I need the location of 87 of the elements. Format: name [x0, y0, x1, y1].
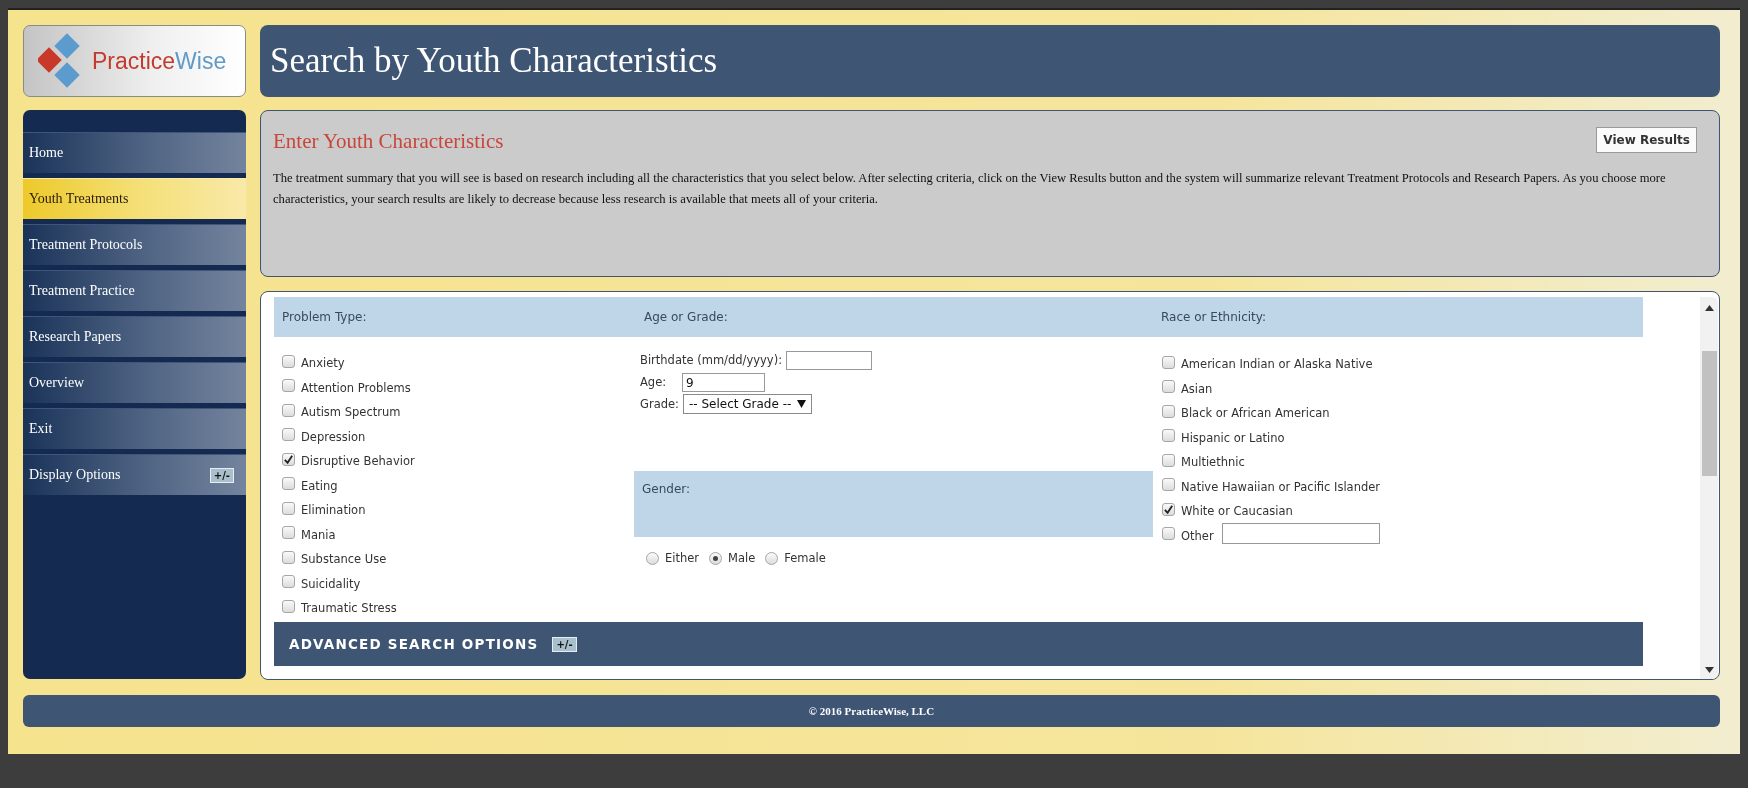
sidebar-item[interactable]: Home — [23, 132, 246, 173]
advanced-options-bar[interactable]: ADVANCED SEARCH OPTIONS +/- — [274, 622, 1643, 666]
sidebar-item-label: Overview — [29, 375, 85, 391]
checkbox[interactable] — [282, 379, 295, 393]
radio-label: Male — [728, 551, 756, 565]
checkbox[interactable] — [1162, 478, 1175, 492]
checkbox[interactable] — [282, 477, 295, 491]
sidebar-item-label: Research Papers — [29, 329, 122, 345]
radio-button[interactable] — [709, 551, 723, 565]
checkbox-label: Depression — [301, 428, 366, 444]
sidebar-item-label: Youth Treatments — [29, 191, 129, 207]
checkbox-label: Attention Problems — [301, 379, 411, 395]
intro-paragraph: The treatment summary that you will see is based on research including all the characteristics that you select below. After selecting criteria, click on the View Results button and the system will summarize relevant Treatment Protocols and Research Papers. As you choose more characteristics, your search results are likely to decrease because less research is available that meets all of your criteria. — [273, 170, 1667, 208]
scrollbar-thumb[interactable] — [1701, 351, 1717, 476]
sidebar-item[interactable]: Display Options +/- — [23, 454, 246, 495]
field-label: Grade: — [640, 397, 679, 411]
sidebar-item[interactable]: Treatment Practice — [23, 270, 246, 311]
column-heading: Gender: — [642, 482, 691, 496]
sidebar-item[interactable]: Exit — [23, 408, 246, 449]
sidebar-item-label: Treatment Practice — [29, 283, 135, 299]
checkbox-label: Eating — [301, 477, 338, 493]
checkbox-label: American Indian or Alaska Native — [1181, 356, 1373, 372]
field-label: Birthdate (mm/dd/yyyy): — [640, 353, 783, 367]
checkbox[interactable] — [282, 354, 295, 368]
scrollbar[interactable] — [1700, 297, 1718, 679]
checkbox[interactable] — [282, 452, 295, 466]
section-heading: Enter Youth Characteristics — [273, 129, 504, 154]
checkbox[interactable] — [282, 526, 295, 540]
checkbox[interactable] — [282, 501, 295, 515]
logo-text: PracticeWise — [92, 47, 227, 75]
checkbox[interactable] — [282, 428, 295, 442]
sidebar-item-label: Treatment Protocols — [29, 237, 143, 253]
checkbox[interactable] — [1162, 355, 1175, 369]
checkbox-label: Substance Use — [301, 551, 387, 567]
checkbox-label: Suicidality — [301, 575, 361, 591]
checkbox[interactable] — [1162, 453, 1175, 467]
checkbox-label: Other — [1181, 527, 1214, 543]
sidebar-item[interactable]: Treatment Protocols — [23, 224, 246, 265]
sidebar-item-label: Exit — [29, 421, 53, 437]
checkbox-label: Multiethnic — [1181, 454, 1245, 470]
checkbox-label: Elimination — [301, 502, 366, 518]
birthdate-field[interactable] — [786, 350, 873, 370]
checkbox-label: Traumatic Stress — [301, 600, 397, 616]
scroll-down-icon[interactable] — [1704, 667, 1714, 673]
checkbox[interactable] — [1162, 502, 1175, 516]
caret-icon — [797, 400, 807, 408]
checkbox-label: Autism Spectrum — [301, 404, 401, 420]
copyright-text: © 2016 PracticeWise, LLC — [808, 705, 935, 717]
sidebar-item[interactable]: Overview — [23, 362, 246, 403]
checkbox[interactable] — [282, 403, 295, 417]
checkbox[interactable] — [1162, 429, 1175, 443]
sidebar-item-label: Display Options — [29, 467, 121, 483]
radio-label: Female — [784, 551, 826, 565]
age-field[interactable]: 9 — [682, 372, 765, 392]
checkbox-label: Hispanic or Latino — [1181, 429, 1285, 445]
checkbox-label: Native Hawaiian or Pacific Islander — [1181, 478, 1381, 494]
column-heading: Race or Ethnicity: — [1160, 310, 1268, 324]
toggle-button[interactable]: +/- — [552, 636, 577, 652]
checkbox[interactable] — [1162, 380, 1175, 394]
checkbox-label: Disruptive Behavior — [301, 453, 415, 469]
sidebar-item-label: Home — [29, 145, 64, 161]
radio-button[interactable] — [646, 551, 659, 565]
sidebar-item[interactable]: Youth Treatments — [23, 178, 246, 219]
other-field[interactable] — [1221, 523, 1380, 545]
radio-label: Either — [665, 551, 700, 565]
radio-button[interactable] — [765, 551, 779, 565]
advanced-options-label: ADVANCED SEARCH OPTIONS — [289, 636, 539, 652]
column-heading: Problem Type: — [281, 310, 368, 324]
checkbox[interactable] — [1162, 404, 1175, 418]
checkbox[interactable] — [282, 575, 295, 589]
toggle-button[interactable]: +/- — [209, 467, 234, 483]
grade-dropdown[interactable]: -- Select Grade -- — [682, 394, 813, 414]
logo[interactable]: PracticeWise — [23, 25, 246, 97]
checkbox[interactable] — [1162, 527, 1175, 541]
checkbox-label: Black or African American — [1181, 405, 1330, 421]
view-results-button[interactable]: View Results — [1596, 126, 1697, 153]
checkbox-label: Anxiety — [301, 355, 345, 371]
checkbox-label: Asian — [1181, 380, 1213, 396]
sidebar-item[interactable]: Research Papers — [23, 316, 246, 357]
column-heading: Age or Grade: — [643, 310, 729, 324]
field-label: Age: — [640, 375, 668, 389]
checkbox[interactable] — [282, 550, 295, 564]
checkbox-label: White or Caucasian — [1181, 503, 1293, 519]
checkbox[interactable] — [282, 599, 295, 613]
scroll-up-icon[interactable] — [1704, 305, 1714, 311]
checkbox-label: Mania — [301, 526, 336, 542]
page-title: Search by Youth Characteristics — [270, 41, 718, 81]
